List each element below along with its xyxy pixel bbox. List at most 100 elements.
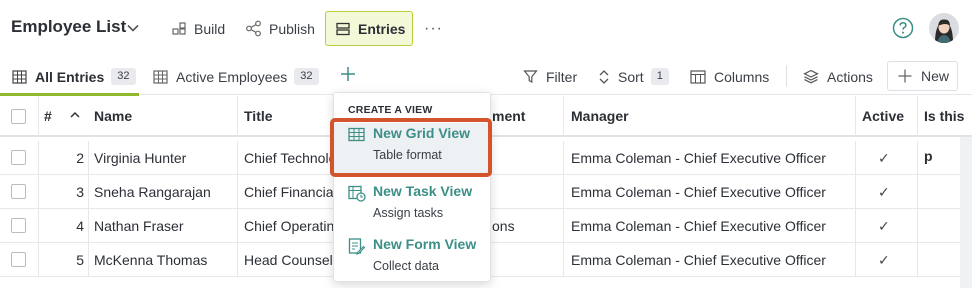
cell-name[interactable]: Sneha Rangarajan xyxy=(94,175,234,209)
sort-label: Sort xyxy=(618,68,644,85)
cell-department[interactable] xyxy=(492,175,560,209)
column-divider xyxy=(38,141,39,175)
column-divider xyxy=(38,243,39,277)
menu-item-label: New Task View xyxy=(373,183,473,199)
column-divider xyxy=(237,243,238,277)
column-header-name[interactable]: Name xyxy=(94,96,132,136)
cell-manager[interactable]: Emma Coleman - Chief Executive Officer xyxy=(571,243,853,277)
entries-button[interactable]: Entries xyxy=(325,11,413,46)
cell-name[interactable]: Nathan Fraser xyxy=(94,209,234,243)
tab-all-entries[interactable]: All Entries 32 xyxy=(0,58,139,96)
tab-active-employees[interactable]: Active Employees 32 xyxy=(153,58,319,95)
column-divider xyxy=(88,141,89,175)
filter-icon xyxy=(523,70,538,84)
column-divider xyxy=(855,96,856,136)
column-divider xyxy=(38,209,39,243)
column-divider xyxy=(563,96,564,136)
build-label: Build xyxy=(194,20,226,37)
sort-button[interactable]: Sort 1 xyxy=(598,58,669,95)
row-checkbox[interactable] xyxy=(11,218,26,233)
column-divider xyxy=(237,209,238,243)
more-options-button[interactable]: ··· xyxy=(424,11,442,46)
cell-title[interactable]: Chief Technolo xyxy=(244,141,336,175)
cell-manager[interactable]: Emma Coleman - Chief Executive Officer xyxy=(571,209,853,243)
cell-manager[interactable]: Emma Coleman - Chief Executive Officer xyxy=(571,141,853,175)
menu-item-new-task-view[interactable]: New Task View Assign tasks xyxy=(334,181,490,231)
columns-label: Columns xyxy=(714,68,770,85)
filter-button[interactable]: Filter xyxy=(523,58,577,95)
help-icon[interactable] xyxy=(892,17,914,39)
menu-item-label: New Form View xyxy=(373,236,477,252)
cell-name[interactable]: McKenna Thomas xyxy=(94,243,234,277)
publish-label: Publish xyxy=(269,20,315,37)
count-badge: 32 xyxy=(294,68,319,85)
highlight-annotation xyxy=(330,118,492,177)
column-header-manager[interactable]: Manager xyxy=(571,96,629,136)
menu-heading: CREATE A VIEW xyxy=(348,104,433,116)
row-checkbox[interactable] xyxy=(11,252,26,267)
columns-icon xyxy=(690,69,706,84)
publish-button[interactable]: Publish xyxy=(245,11,315,46)
form-view-icon xyxy=(348,238,365,255)
row-checkbox[interactable] xyxy=(11,184,26,199)
chevron-down-icon[interactable] xyxy=(125,20,141,36)
column-header-active[interactable]: Active xyxy=(862,96,904,136)
cell-manager[interactable]: Emma Coleman - Chief Executive Officer xyxy=(571,175,853,209)
sort-asc-icon[interactable] xyxy=(69,110,81,120)
column-divider xyxy=(563,141,564,175)
column-header-number[interactable]: # xyxy=(44,96,52,136)
entries-label: Entries xyxy=(358,20,406,37)
row-checkbox[interactable] xyxy=(11,150,26,165)
view-toolbar: All Entries 32 Active Employees 32 Filte… xyxy=(0,58,972,96)
row-number: 5 xyxy=(76,252,84,268)
column-divider xyxy=(38,175,39,209)
check-icon: ✓ xyxy=(878,218,890,234)
app-title: Employee List xyxy=(11,17,127,36)
column-divider xyxy=(917,175,918,209)
add-view-icon[interactable] xyxy=(338,64,358,84)
column-divider xyxy=(237,141,238,175)
actions-button[interactable]: Actions xyxy=(803,58,873,95)
cell-name[interactable]: Virginia Hunter xyxy=(94,141,234,175)
column-header-title[interactable]: Title xyxy=(244,96,273,136)
column-divider xyxy=(237,96,238,136)
tab-label: Active Employees xyxy=(176,68,288,85)
column-divider xyxy=(88,175,89,209)
entries-icon xyxy=(336,22,350,35)
count-badge: 32 xyxy=(111,68,136,85)
column-header-department[interactable]: ment xyxy=(492,96,525,136)
column-divider xyxy=(855,209,856,243)
cell-title[interactable]: Head Counsel xyxy=(244,243,336,277)
column-divider xyxy=(563,243,564,277)
column-divider xyxy=(917,141,918,175)
task-view-icon xyxy=(348,185,366,202)
build-button[interactable]: Build xyxy=(171,11,225,46)
row-number: 4 xyxy=(76,218,84,234)
layers-icon xyxy=(803,69,819,84)
column-divider xyxy=(855,175,856,209)
grid-icon xyxy=(153,69,168,84)
column-header-is-this[interactable]: Is this p xyxy=(924,96,972,164)
cell-department[interactable]: ons xyxy=(492,209,560,243)
column-divider xyxy=(38,96,39,136)
avatar-image xyxy=(929,13,959,43)
user-avatar[interactable] xyxy=(929,13,959,43)
cell-title[interactable]: Chief Financial xyxy=(244,175,336,209)
column-divider xyxy=(917,96,918,136)
vertical-scrollbar[interactable] xyxy=(960,137,972,288)
cell-department[interactable] xyxy=(492,141,560,175)
sort-count-badge: 1 xyxy=(650,68,669,85)
check-icon: ✓ xyxy=(878,252,890,268)
cell-department[interactable] xyxy=(492,243,560,277)
menu-item-description: Assign tasks xyxy=(373,206,444,220)
actions-label: Actions xyxy=(827,68,873,85)
row-number: 2 xyxy=(76,150,84,166)
new-entry-button[interactable]: New xyxy=(887,61,958,91)
select-all-checkbox[interactable] xyxy=(11,109,26,124)
columns-button[interactable]: Columns xyxy=(690,58,769,95)
column-divider xyxy=(563,175,564,209)
cell-title[interactable]: Chief Operatin xyxy=(244,209,336,243)
top-bar: Employee List Build Publish Entries ··· xyxy=(0,0,972,58)
menu-item-new-form-view[interactable]: New Form View Collect data xyxy=(334,234,490,284)
share-icon xyxy=(246,20,261,37)
